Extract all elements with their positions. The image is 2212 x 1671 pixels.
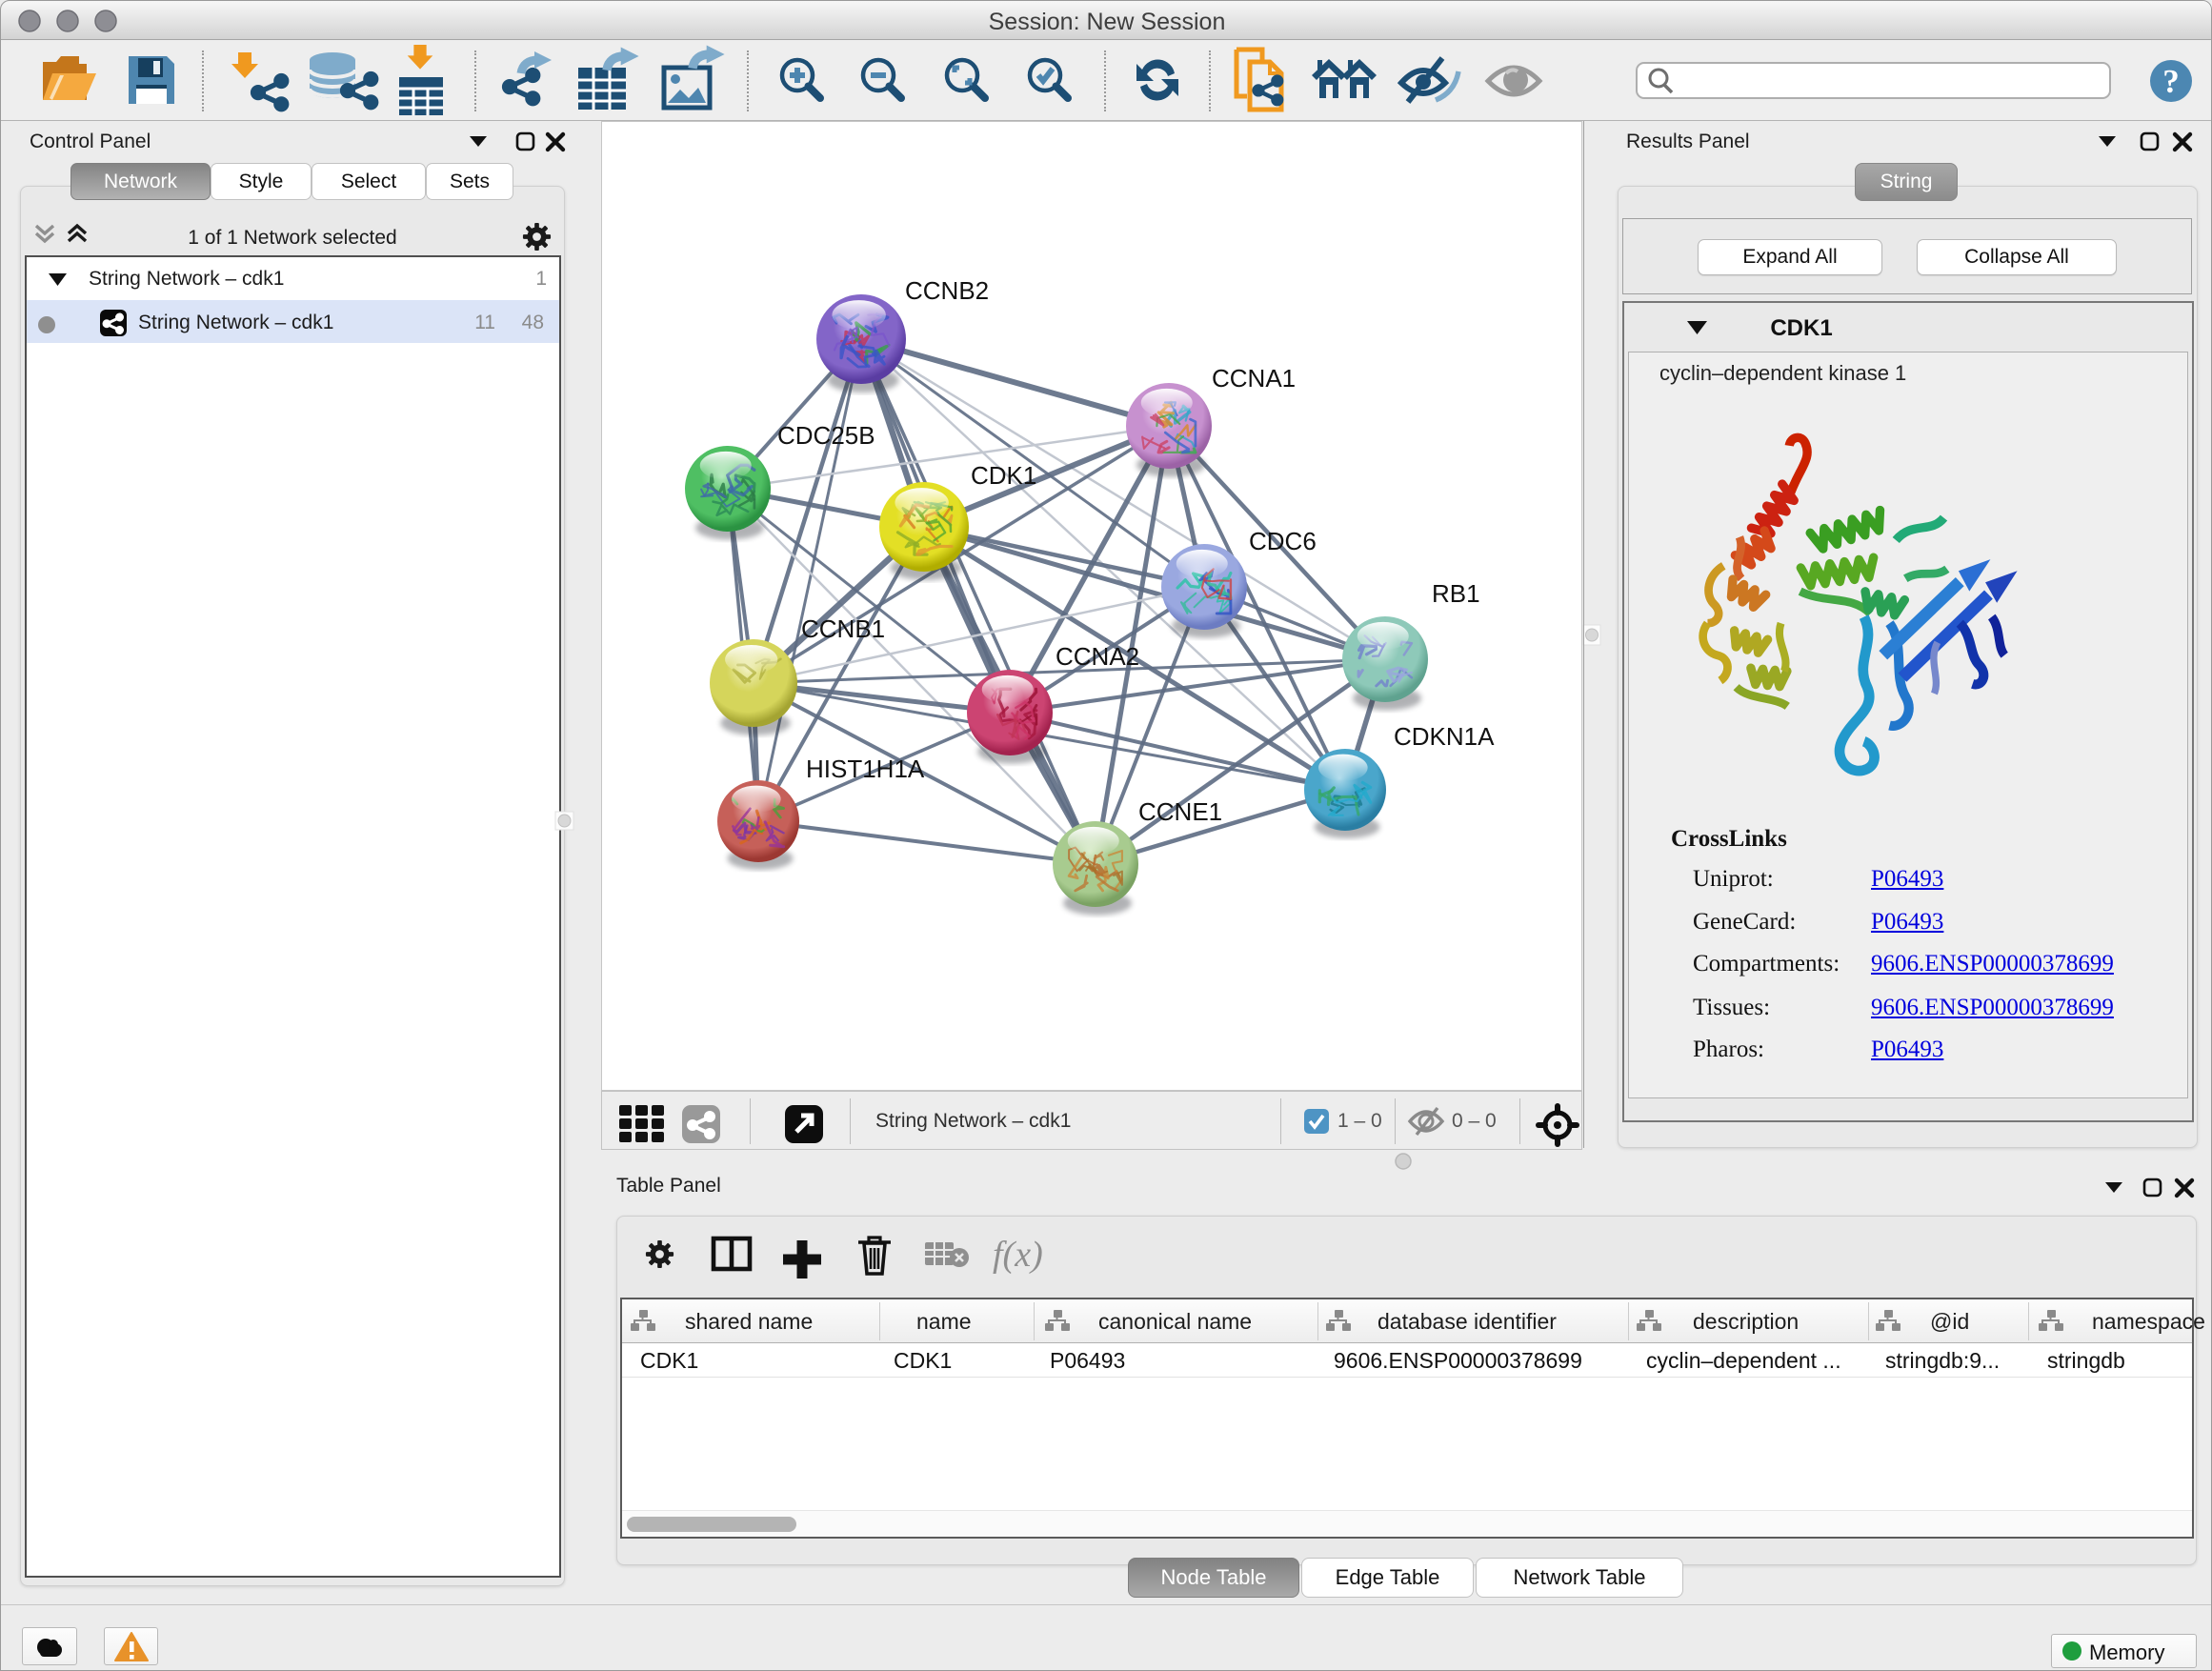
svg-text:CCNE1: CCNE1: [1138, 797, 1222, 826]
svg-text:HIST1H1A: HIST1H1A: [806, 755, 925, 783]
svg-text:CCNA2: CCNA2: [1056, 642, 1139, 671]
svg-text:RB1: RB1: [1432, 579, 1480, 608]
svg-text:CDKN1A: CDKN1A: [1394, 722, 1495, 751]
svg-text:CCNA1: CCNA1: [1212, 364, 1296, 393]
svg-text:CDC6: CDC6: [1249, 527, 1317, 555]
svg-text:?: ?: [2162, 63, 2180, 100]
svg-text:CDK1: CDK1: [971, 461, 1036, 490]
svg-text:CCNB1: CCNB1: [801, 614, 885, 643]
svg-text:CCNB2: CCNB2: [905, 276, 989, 305]
svg-text:CDC25B: CDC25B: [777, 421, 875, 450]
